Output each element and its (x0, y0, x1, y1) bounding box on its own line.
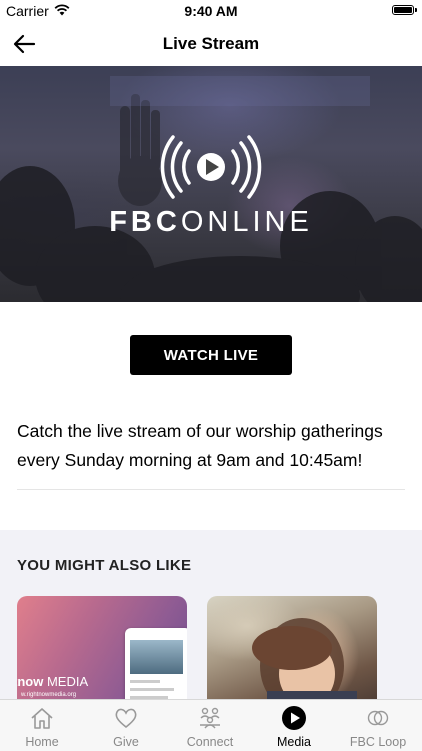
watch-live-button[interactable]: WATCH LIVE (130, 335, 292, 375)
tablet-image (125, 628, 187, 706)
tab-connect[interactable]: Connect (168, 700, 252, 751)
people-icon (200, 707, 220, 729)
tablet-screen (130, 640, 183, 674)
recommendation-card-photo[interactable] (207, 596, 377, 706)
hero-banner: FBCONLINE (0, 66, 422, 302)
recommendation-card-rightnow-media[interactable]: tnow MEDIA w.rightnowmedia.org (17, 596, 187, 706)
tab-home[interactable]: Home (0, 700, 84, 751)
tab-label: Give (113, 735, 139, 749)
loop-circles-icon (367, 710, 389, 726)
tab-media[interactable]: Media (252, 700, 336, 751)
tab-label: Home (25, 735, 59, 749)
navigation-bar: Live Stream (0, 22, 422, 66)
heart-icon (115, 708, 137, 729)
tab-fbc-loop[interactable]: FBC Loop (336, 700, 422, 751)
brand-light: MEDIA (43, 674, 89, 689)
also-like-heading: YOU MIGHT ALSO LIKE (17, 557, 192, 574)
status-time: 9:40 AM (184, 3, 238, 19)
divider (17, 489, 405, 490)
battery-icon (392, 5, 417, 15)
logo-light-text: ONLINE (180, 206, 313, 238)
tab-bar: Home Give Connect Media FBC Loop (0, 699, 422, 751)
play-circle-icon (282, 706, 306, 730)
stream-description: Catch the live stream of our worship gat… (17, 421, 383, 470)
broadcast-play-icon (160, 135, 262, 199)
stream-info-section: WATCH LIVE Catch the live stream of our … (0, 302, 422, 530)
child-photo-image (252, 618, 357, 706)
rightnow-url: w.rightnowmedia.org (21, 692, 77, 698)
tab-label: Media (276, 735, 312, 749)
status-bar: Carrier 9:40 AM (0, 0, 422, 22)
tab-give[interactable]: Give (84, 700, 168, 751)
home-icon (31, 708, 53, 729)
page-title: Live Stream (162, 34, 260, 53)
brand-bold: tnow (17, 674, 44, 689)
rightnow-media-brand: tnow MEDIA (17, 674, 88, 689)
tab-label: Connect (186, 735, 234, 749)
logo-bold-text: FBC (109, 206, 181, 238)
tablet-line (130, 680, 160, 683)
tablet-line (130, 688, 174, 691)
fbc-online-logo: FBCONLINE (0, 206, 422, 239)
tab-label: FBC Loop (349, 735, 407, 749)
